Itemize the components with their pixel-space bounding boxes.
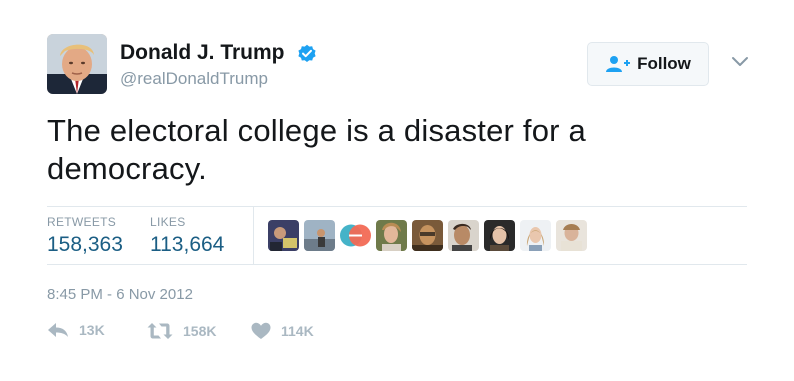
likes-label: LIKES — [150, 215, 186, 229]
likes-stat[interactable]: LIKES 113,664 — [150, 215, 224, 257]
liker-avatar[interactable] — [484, 220, 515, 251]
retweet-count: 158K — [183, 323, 217, 339]
likes-value: 113,664 — [150, 233, 225, 256]
chevron-down-icon[interactable] — [731, 56, 749, 68]
heart-icon — [251, 322, 271, 339]
retweets-value: 158,363 — [47, 233, 123, 256]
tweet-text: The electoral college is a disaster for … — [47, 113, 586, 186]
reply-button[interactable]: 13K — [47, 322, 105, 338]
like-count: 114K — [281, 323, 314, 339]
liker-avatar[interactable] — [412, 220, 443, 251]
follow-label: Follow — [637, 54, 691, 73]
liker-avatar[interactable] — [376, 220, 407, 251]
likers-avatar-row — [268, 220, 587, 251]
retweet-icon — [147, 323, 173, 339]
tweet-card: Donald J. Trump @realDonaldTrump Follow … — [0, 0, 794, 381]
follow-button[interactable]: Follow — [587, 42, 709, 86]
tweet-timestamp[interactable]: 8:45 PM - 6 Nov 2012 — [47, 286, 193, 303]
author-name[interactable]: Donald J. Trump — [120, 41, 285, 65]
like-button[interactable]: 114K — [251, 322, 314, 340]
retweet-button[interactable]: 158K — [147, 322, 216, 340]
retweets-label: RETWEETS — [47, 215, 117, 229]
portrait-avatar-image — [47, 34, 107, 94]
liker-avatar[interactable] — [520, 220, 551, 251]
author-handle[interactable]: @realDonaldTrump — [120, 69, 268, 89]
liker-avatar[interactable] — [268, 220, 299, 251]
divider — [47, 264, 747, 265]
author-avatar[interactable] — [47, 34, 107, 94]
add-user-icon — [606, 56, 631, 72]
stat-separator — [253, 207, 254, 264]
liker-avatar[interactable] — [556, 220, 587, 251]
verified-badge-icon — [298, 44, 316, 62]
reply-icon — [48, 323, 68, 337]
reply-count: 13K — [79, 322, 105, 338]
retweets-stat[interactable]: RETWEETS 158,363 — [47, 215, 123, 257]
divider — [47, 206, 747, 207]
liker-avatar[interactable] — [448, 220, 479, 251]
liker-avatar[interactable] — [340, 220, 371, 251]
liker-avatar[interactable] — [304, 220, 335, 251]
